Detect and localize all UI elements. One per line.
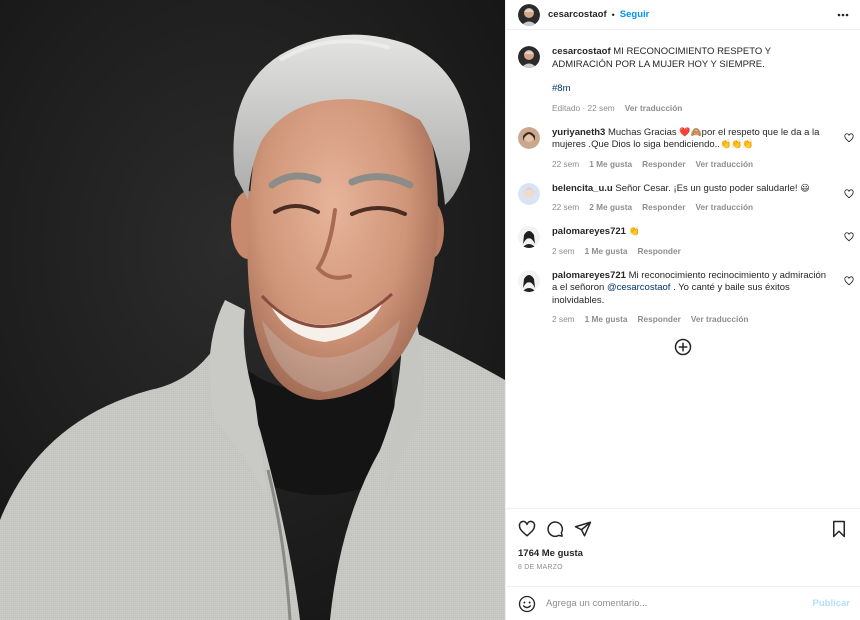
- heart-outline-icon[interactable]: [844, 188, 854, 199]
- commenter-avatar[interactable]: [518, 226, 540, 248]
- translate-link[interactable]: Ver traducción: [691, 314, 749, 324]
- heart-outline-icon[interactable]: [844, 232, 854, 242]
- comment-time: 22 sem: [552, 202, 580, 212]
- comment-bubble-icon[interactable]: [546, 520, 564, 538]
- comment-username[interactable]: palomareyes721: [552, 226, 626, 237]
- heart-outline-icon[interactable]: [844, 132, 854, 143]
- commenter-avatar[interactable]: [518, 126, 540, 149]
- comment-body-part: Señor Cesar. ¡Es un gusto poder saludarl…: [615, 182, 801, 194]
- comment-input[interactable]: [546, 598, 813, 609]
- comment-body-part: Muchas Gracias: [607, 126, 680, 138]
- author-avatar[interactable]: [518, 46, 540, 68]
- smiley-icon[interactable]: [518, 595, 536, 613]
- comment-text: belencita_u.u Señor Cesar. ¡Es un gusto …: [552, 183, 832, 196]
- comment-item: palomareyes721 👏 2 sem 1 Me gusta Respon…: [518, 226, 854, 256]
- reply-button[interactable]: Responder: [642, 202, 685, 212]
- translate-link[interactable]: Ver traducción: [695, 202, 753, 212]
- comment-emoji: 👏👏👏: [719, 140, 754, 150]
- commenter-avatar[interactable]: [518, 182, 540, 205]
- comment-username[interactable]: palomareyes721: [552, 270, 626, 281]
- post-actions-bar: [506, 508, 860, 548]
- comment-likes[interactable]: 2 Me gusta: [589, 202, 632, 212]
- comment-item: yuriyaneth3 Muchas Gracias ❤️🙈por el res…: [518, 126, 854, 169]
- comments-list[interactable]: cesarcostaof MI RECONOCIMIENTO RESPETO Y…: [506, 30, 860, 508]
- comment-emoji: ❤️🙈: [679, 127, 702, 138]
- comment-emoji: 👏: [628, 227, 640, 237]
- post-side-panel: cesarcostaof • Seguir cesarcostaof MI RE…: [505, 0, 860, 620]
- translate-link[interactable]: Ver traducción: [625, 103, 683, 113]
- comment-time: 2 sem: [552, 314, 575, 324]
- comment-text: palomareyes721 Mi reconocimiento recinoc…: [552, 270, 832, 308]
- reply-button[interactable]: Responder: [642, 159, 685, 169]
- comment-meta: 22 sem 2 Me gusta Responder Ver traducci…: [552, 202, 832, 212]
- author-avatar[interactable]: [518, 3, 540, 26]
- comment-text: yuriyaneth3 Muchas Gracias ❤️🙈por el res…: [552, 127, 832, 152]
- instagram-post-modal: cesarcostaof • Seguir cesarcostaof MI RE…: [0, 0, 860, 620]
- translate-link[interactable]: Ver traducción: [695, 159, 753, 169]
- separator-dot: •: [611, 9, 615, 20]
- publish-button[interactable]: Publicar: [813, 598, 851, 609]
- reply-button[interactable]: Responder: [637, 246, 680, 256]
- caption: cesarcostaof MI RECONOCIMIENTO RESPETO Y…: [518, 46, 848, 113]
- comment-username[interactable]: belencita_u.u: [552, 183, 613, 194]
- post-header: cesarcostaof • Seguir: [506, 0, 860, 30]
- load-more-comments: [518, 338, 848, 356]
- add-comment-bar: Publicar: [506, 586, 860, 620]
- likes-count[interactable]: 1764 Me gusta: [506, 548, 860, 562]
- paper-plane-icon[interactable]: [574, 520, 592, 538]
- mention-link[interactable]: @cesarcostaof: [607, 282, 671, 293]
- hashtag-link[interactable]: #8m: [552, 83, 832, 96]
- reply-button[interactable]: Responder: [637, 314, 680, 324]
- bookmark-icon[interactable]: [830, 520, 848, 538]
- comment-username[interactable]: yuriyaneth3: [552, 127, 605, 138]
- comment-item: palomareyes721 Mi reconocimiento recinoc…: [518, 269, 854, 324]
- author-username[interactable]: cesarcostaof: [548, 9, 607, 20]
- caption-meta: Editado · 22 sem Ver traducción: [552, 103, 832, 113]
- comment-likes[interactable]: 1 Me gusta: [589, 159, 632, 169]
- comment-meta: 2 sem 1 Me gusta Responder: [552, 246, 832, 256]
- comment-time: 22 sem: [552, 158, 580, 169]
- follow-button[interactable]: Seguir: [620, 9, 650, 20]
- commenter-avatar[interactable]: [518, 269, 540, 292]
- more-options-icon[interactable]: [836, 10, 850, 20]
- comment-text: palomareyes721 👏: [552, 226, 832, 239]
- comment-likes[interactable]: 1 Me gusta: [585, 314, 628, 324]
- like-heart-icon[interactable]: [518, 520, 536, 538]
- post-date[interactable]: 8 DE MARZO: [506, 562, 860, 580]
- plus-circle-icon[interactable]: [674, 338, 692, 356]
- comment-meta: 2 sem 1 Me gusta Responder Ver traducció…: [552, 314, 832, 324]
- heart-outline-icon[interactable]: [844, 275, 854, 286]
- comment-item: belencita_u.u Señor Cesar. ¡Es un gusto …: [518, 182, 854, 212]
- comment-likes[interactable]: 1 Me gusta: [585, 246, 628, 256]
- portrait-image: [0, 0, 505, 620]
- caption-text: cesarcostaof MI RECONOCIMIENTO RESPETO Y…: [552, 46, 832, 96]
- comment-emoji: 😃: [800, 183, 810, 194]
- caption-username[interactable]: cesarcostaof: [552, 46, 611, 57]
- comment-time: 2 sem: [552, 245, 575, 256]
- comment-meta: 22 sem 1 Me gusta Responder Ver traducci…: [552, 159, 832, 169]
- caption-edited: Editado · 22 sem: [552, 102, 615, 113]
- post-photo[interactable]: [0, 0, 505, 620]
